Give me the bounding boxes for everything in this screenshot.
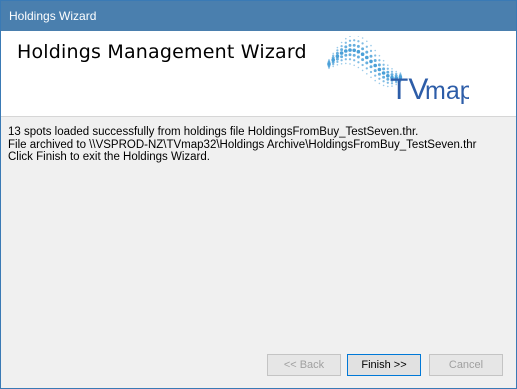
window-titlebar[interactable]: Holdings Wizard (1, 1, 516, 31)
result-message: 13 spots loaded successfully from holdin… (8, 126, 477, 164)
message-line-archived: File archived to \\VSPROD-NZ\TVmap32\Hol… (8, 138, 477, 151)
wizard-title: Holdings Management Wizard (17, 41, 307, 63)
message-line-instruction: Click Finish to exit the Holdings Wizard… (8, 151, 210, 163)
logo-text-map: map (425, 77, 469, 105)
finish-button[interactable]: Finish >> (347, 354, 421, 376)
message-line-loaded: 13 spots loaded successfully from holdin… (8, 126, 419, 138)
cancel-button[interactable]: Cancel (429, 354, 503, 376)
holdings-wizard-window: Holdings Wizard Holdings Management Wiza… (0, 0, 517, 389)
logo-text-tv: TV (390, 73, 428, 106)
window-title: Holdings Wizard (9, 9, 97, 23)
wizard-header: Holdings Management Wizard TV map (1, 31, 516, 117)
back-button[interactable]: << Back (267, 354, 341, 376)
tvmap-logo: TV map (327, 36, 469, 106)
